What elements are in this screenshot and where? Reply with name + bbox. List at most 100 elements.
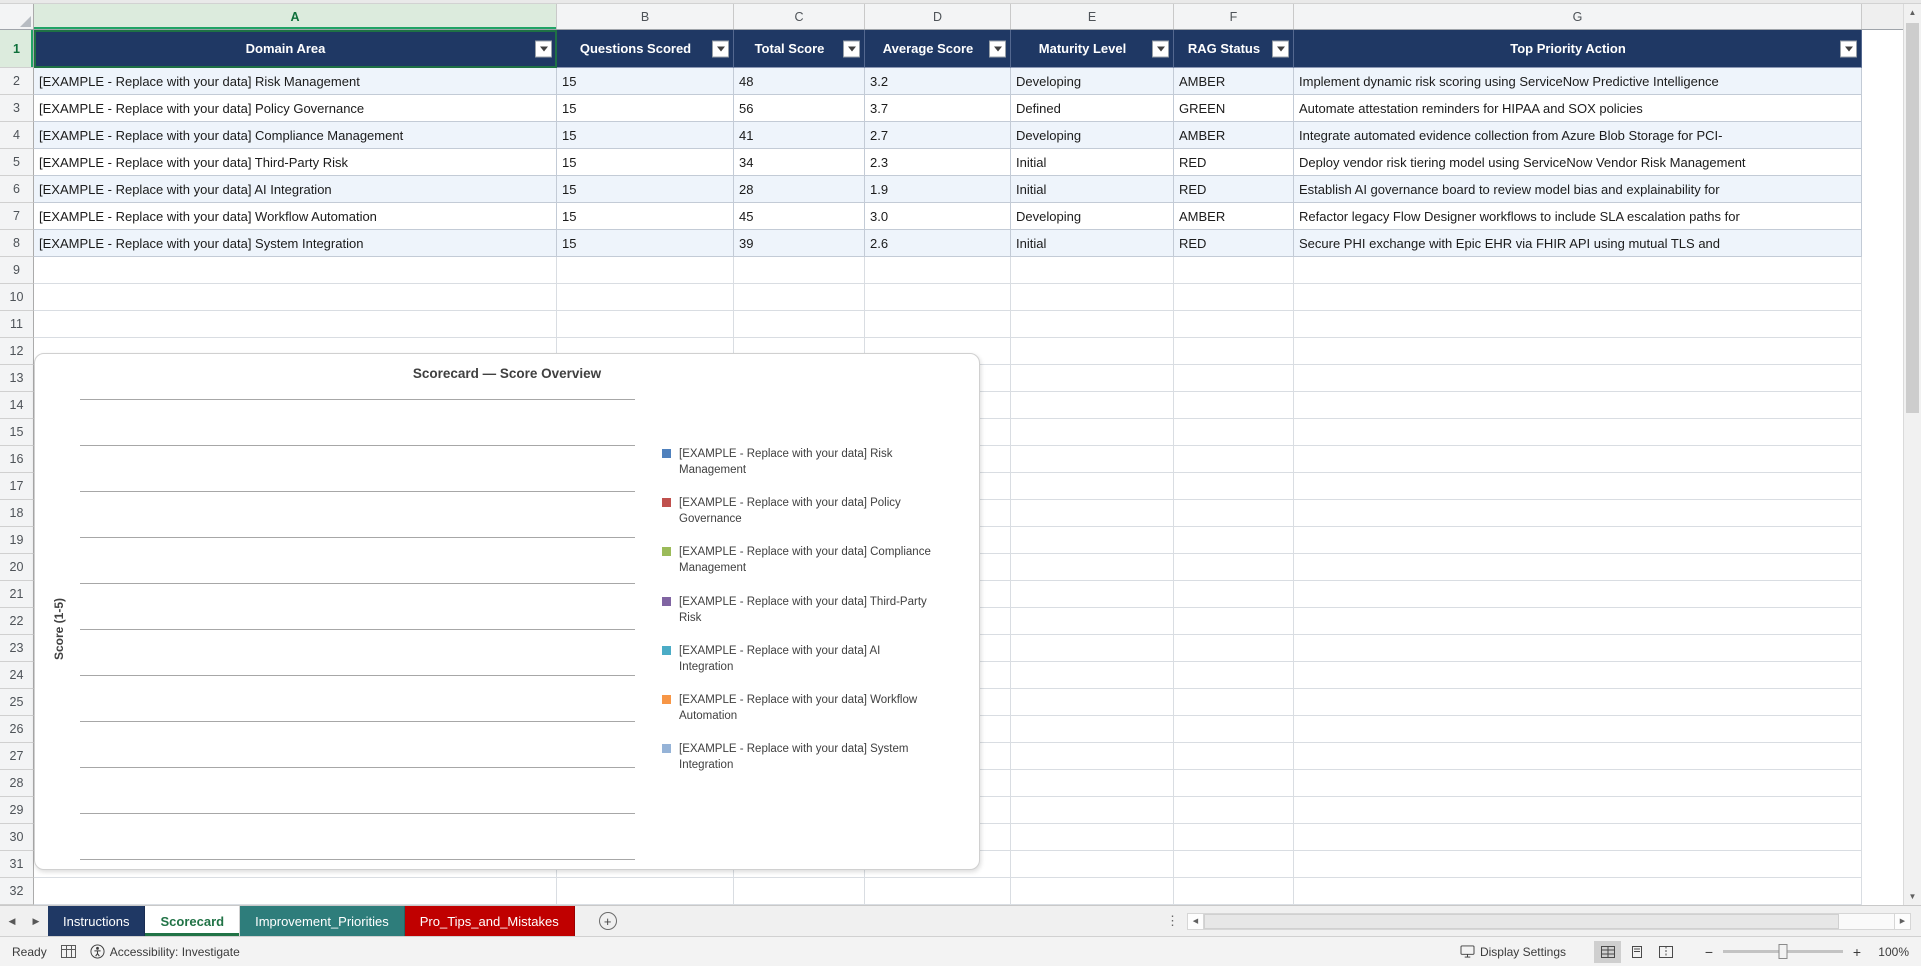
zoom-out-button[interactable]: − <box>1703 944 1715 960</box>
row-header-20[interactable]: 20 <box>0 554 34 581</box>
cell-C8[interactable]: 39 <box>734 230 865 257</box>
cell-E13[interactable] <box>1011 365 1174 392</box>
row-header-1[interactable]: 1 <box>0 30 34 68</box>
cell-E18[interactable] <box>1011 500 1174 527</box>
cell-G29[interactable] <box>1294 797 1862 824</box>
filter-button-1[interactable] <box>712 40 729 57</box>
scroll-up-icon[interactable]: ▲ <box>1904 4 1921 21</box>
cell-F30[interactable] <box>1174 824 1294 851</box>
cell-B2[interactable]: 15 <box>557 68 734 95</box>
horizontal-scroll-track[interactable] <box>1204 912 1894 930</box>
scroll-right-icon[interactable]: ▶ <box>1894 912 1911 930</box>
row-header-31[interactable]: 31 <box>0 851 34 878</box>
column-header-B[interactable]: B <box>557 4 734 29</box>
cell-G14[interactable] <box>1294 392 1862 419</box>
cell-B9[interactable] <box>557 257 734 284</box>
cell-E29[interactable] <box>1011 797 1174 824</box>
cell-F12[interactable] <box>1174 338 1294 365</box>
row-header-2[interactable]: 2 <box>0 68 34 95</box>
cell-E31[interactable] <box>1011 851 1174 878</box>
cell-A11[interactable] <box>34 311 557 338</box>
cell-A32[interactable] <box>34 878 557 905</box>
cell-C2[interactable]: 48 <box>734 68 865 95</box>
cell-B5[interactable]: 15 <box>557 149 734 176</box>
cell-E17[interactable] <box>1011 473 1174 500</box>
sheet-tab-Improvement_Priorities[interactable]: Improvement_Priorities <box>240 906 405 936</box>
cell-G23[interactable] <box>1294 635 1862 662</box>
cell-G22[interactable] <box>1294 608 1862 635</box>
cell-F27[interactable] <box>1174 743 1294 770</box>
cell-F4[interactable]: AMBER <box>1174 122 1294 149</box>
sheet-tab-Scorecard[interactable]: Scorecard <box>145 906 241 936</box>
cell-E4[interactable]: Developing <box>1011 122 1174 149</box>
cell-E14[interactable] <box>1011 392 1174 419</box>
cell-F1[interactable]: RAG Status <box>1174 30 1294 68</box>
cell-F31[interactable] <box>1174 851 1294 878</box>
macro-record-icon[interactable] <box>60 945 76 958</box>
row-header-22[interactable]: 22 <box>0 608 34 635</box>
cell-G3[interactable]: Automate attestation reminders for HIPAA… <box>1294 95 1862 122</box>
cell-E23[interactable] <box>1011 635 1174 662</box>
cell-F16[interactable] <box>1174 446 1294 473</box>
cell-A6[interactable]: [EXAMPLE - Replace with your data] AI In… <box>34 176 557 203</box>
filter-button-4[interactable] <box>1152 40 1169 57</box>
cell-D6[interactable]: 1.9 <box>865 176 1011 203</box>
row-header-30[interactable]: 30 <box>0 824 34 851</box>
cell-E7[interactable]: Developing <box>1011 203 1174 230</box>
cell-E27[interactable] <box>1011 743 1174 770</box>
tab-scroll-divider[interactable]: ⋮ <box>1158 906 1187 936</box>
cell-E5[interactable]: Initial <box>1011 149 1174 176</box>
cell-G15[interactable] <box>1294 419 1862 446</box>
cell-E32[interactable] <box>1011 878 1174 905</box>
cell-F22[interactable] <box>1174 608 1294 635</box>
cell-F32[interactable] <box>1174 878 1294 905</box>
cell-F25[interactable] <box>1174 689 1294 716</box>
cell-C7[interactable]: 45 <box>734 203 865 230</box>
cell-G19[interactable] <box>1294 527 1862 554</box>
cell-C4[interactable]: 41 <box>734 122 865 149</box>
cell-D11[interactable] <box>865 311 1011 338</box>
filter-button-5[interactable] <box>1272 40 1289 57</box>
filter-button-2[interactable] <box>843 40 860 57</box>
row-header-9[interactable]: 9 <box>0 257 34 284</box>
row-header-10[interactable]: 10 <box>0 284 34 311</box>
zoom-level[interactable]: 100% <box>1871 945 1909 959</box>
cell-G9[interactable] <box>1294 257 1862 284</box>
sheet-nav-left-icon[interactable]: ◀ <box>0 906 24 936</box>
row-header-27[interactable]: 27 <box>0 743 34 770</box>
vertical-scroll-track[interactable] <box>1904 21 1921 888</box>
cell-G26[interactable] <box>1294 716 1862 743</box>
cell-F3[interactable]: GREEN <box>1174 95 1294 122</box>
cell-G2[interactable]: Implement dynamic risk scoring using Ser… <box>1294 68 1862 95</box>
cell-F20[interactable] <box>1174 554 1294 581</box>
cell-E22[interactable] <box>1011 608 1174 635</box>
cell-E24[interactable] <box>1011 662 1174 689</box>
cell-F8[interactable]: RED <box>1174 230 1294 257</box>
vertical-scroll-thumb[interactable] <box>1906 23 1919 413</box>
cell-E21[interactable] <box>1011 581 1174 608</box>
row-header-25[interactable]: 25 <box>0 689 34 716</box>
cell-G28[interactable] <box>1294 770 1862 797</box>
cell-B7[interactable]: 15 <box>557 203 734 230</box>
cell-C9[interactable] <box>734 257 865 284</box>
column-header-D[interactable]: D <box>865 4 1011 29</box>
cell-D4[interactable]: 2.7 <box>865 122 1011 149</box>
horizontal-scroll-thumb[interactable] <box>1204 913 1839 929</box>
row-header-15[interactable]: 15 <box>0 419 34 446</box>
cell-B10[interactable] <box>557 284 734 311</box>
cell-F7[interactable]: AMBER <box>1174 203 1294 230</box>
cell-E15[interactable] <box>1011 419 1174 446</box>
cell-E9[interactable] <box>1011 257 1174 284</box>
row-header-14[interactable]: 14 <box>0 392 34 419</box>
sheet-tab-Instructions[interactable]: Instructions <box>48 906 146 936</box>
cell-G1[interactable]: Top Priority Action <box>1294 30 1862 68</box>
accessibility-checker[interactable]: Accessibility: Investigate <box>90 944 240 959</box>
scroll-down-icon[interactable]: ▼ <box>1904 888 1921 905</box>
cell-E16[interactable] <box>1011 446 1174 473</box>
cell-C32[interactable] <box>734 878 865 905</box>
cell-F10[interactable] <box>1174 284 1294 311</box>
cell-F26[interactable] <box>1174 716 1294 743</box>
filter-button-6[interactable] <box>1840 40 1857 57</box>
row-header-28[interactable]: 28 <box>0 770 34 797</box>
normal-view-button[interactable] <box>1594 940 1621 963</box>
